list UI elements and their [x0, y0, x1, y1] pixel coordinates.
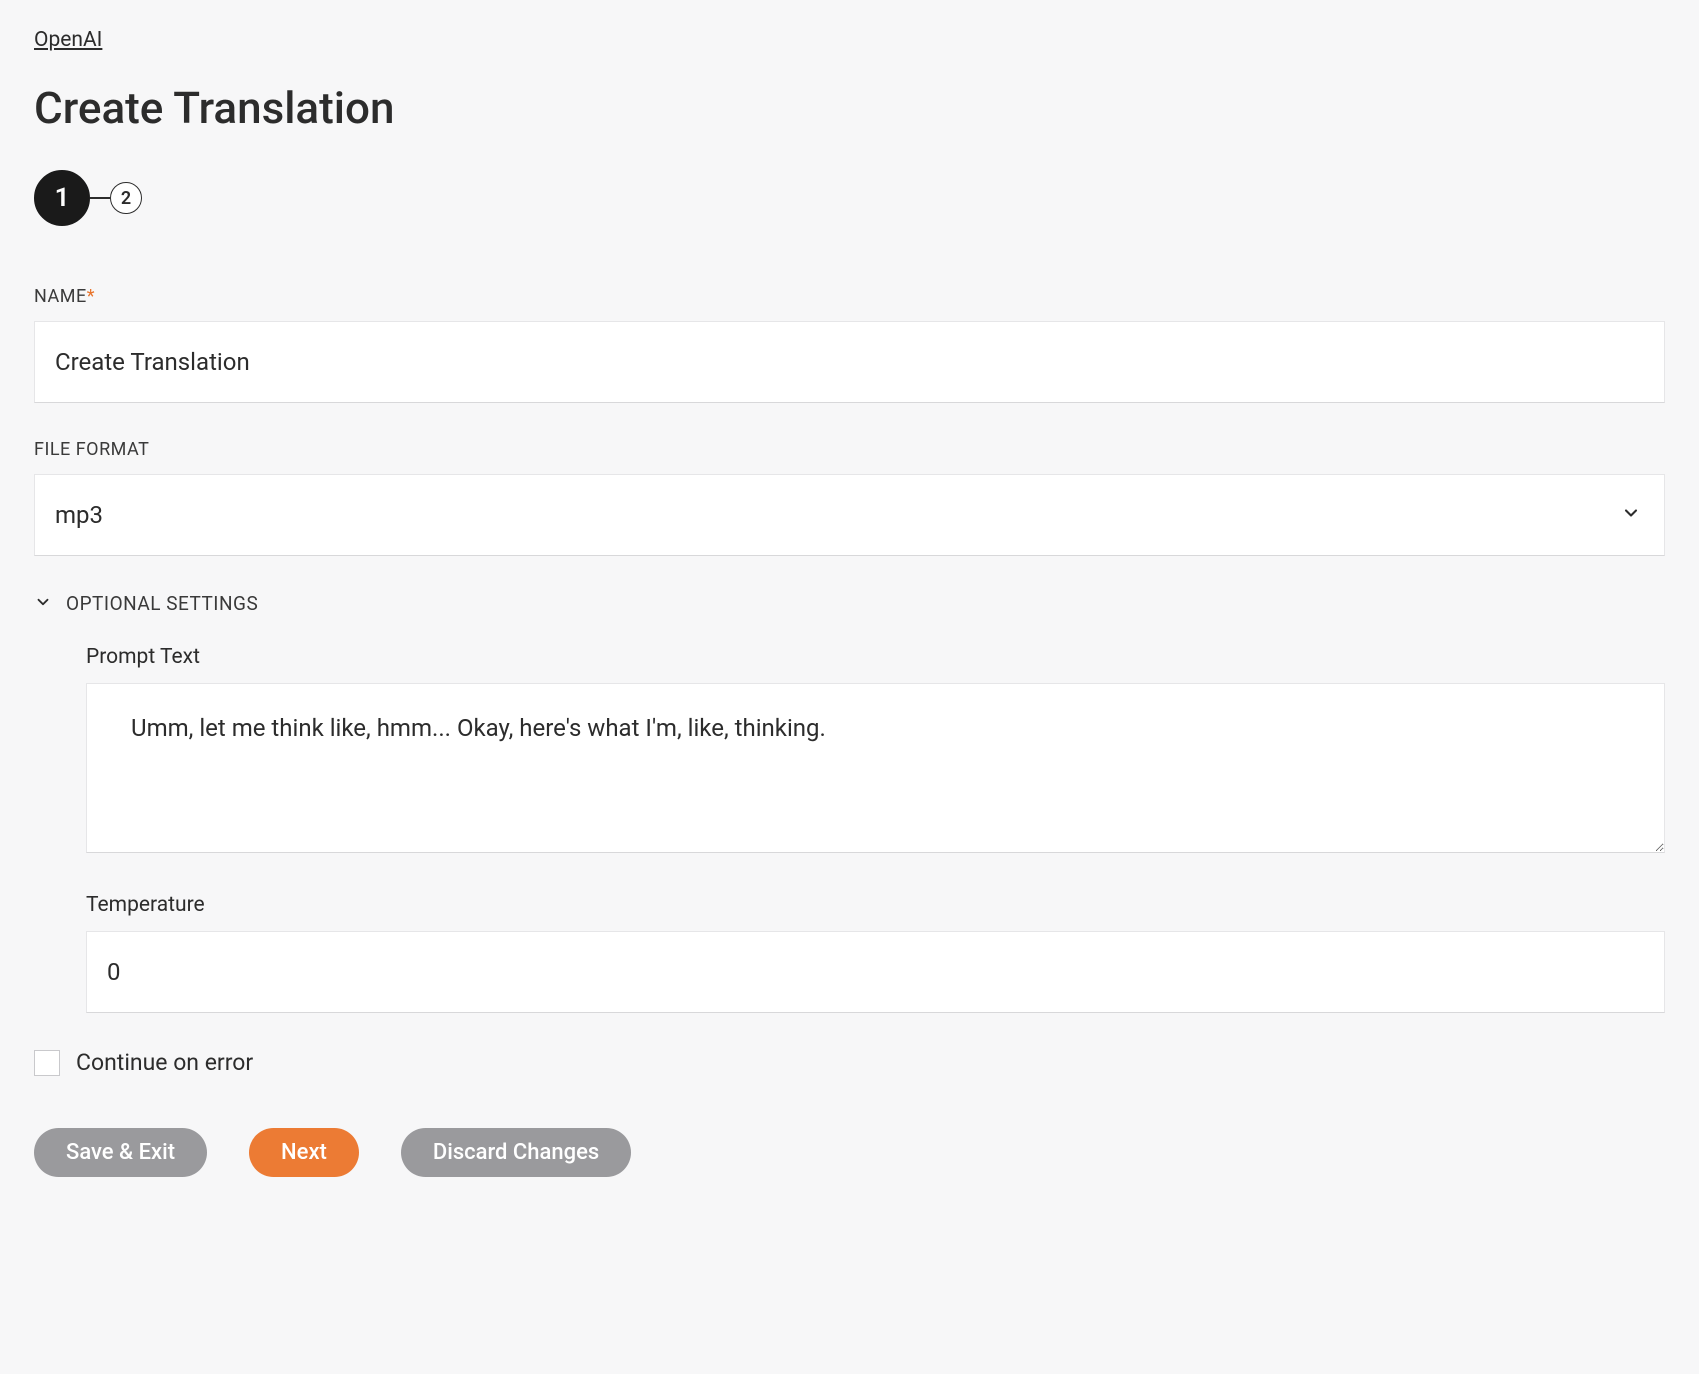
- field-continue-on-error: Continue on error: [34, 1049, 1665, 1076]
- optional-settings-body: Prompt Text Temperature: [34, 645, 1665, 1013]
- step-1[interactable]: 1: [34, 170, 90, 226]
- temperature-input[interactable]: [86, 931, 1665, 1013]
- step-2[interactable]: 2: [110, 182, 142, 214]
- prompt-text-input[interactable]: [86, 683, 1665, 853]
- required-mark: *: [87, 286, 95, 307]
- field-prompt-text: Prompt Text: [86, 645, 1665, 857]
- breadcrumb-openai[interactable]: OpenAI: [34, 28, 102, 52]
- continue-on-error-checkbox[interactable]: [34, 1050, 60, 1076]
- save-exit-button[interactable]: Save & Exit: [34, 1128, 207, 1177]
- chevron-down-icon: [34, 593, 52, 615]
- step-connector: [90, 197, 110, 199]
- field-file-format: FILE FORMAT mp3: [34, 439, 1665, 556]
- optional-settings-toggle[interactable]: OPTIONAL SETTINGS: [34, 592, 1665, 615]
- file-format-value: mp3: [55, 501, 103, 529]
- name-label-text: NAME: [34, 286, 87, 307]
- field-temperature: Temperature: [86, 893, 1665, 1013]
- next-button[interactable]: Next: [249, 1128, 359, 1177]
- name-label: NAME*: [34, 286, 1665, 307]
- field-name: NAME*: [34, 286, 1665, 403]
- file-format-select[interactable]: mp3: [34, 474, 1665, 556]
- discard-changes-button[interactable]: Discard Changes: [401, 1128, 631, 1177]
- name-input[interactable]: [34, 321, 1665, 403]
- continue-on-error-label: Continue on error: [76, 1049, 253, 1076]
- optional-settings-label: OPTIONAL SETTINGS: [66, 592, 258, 615]
- temperature-label: Temperature: [86, 893, 1665, 917]
- button-row: Save & Exit Next Discard Changes: [34, 1128, 1665, 1177]
- file-format-label: FILE FORMAT: [34, 439, 1665, 460]
- prompt-text-label: Prompt Text: [86, 645, 1665, 669]
- stepper: 1 2: [34, 170, 1665, 226]
- page-title: Create Translation: [34, 82, 1665, 134]
